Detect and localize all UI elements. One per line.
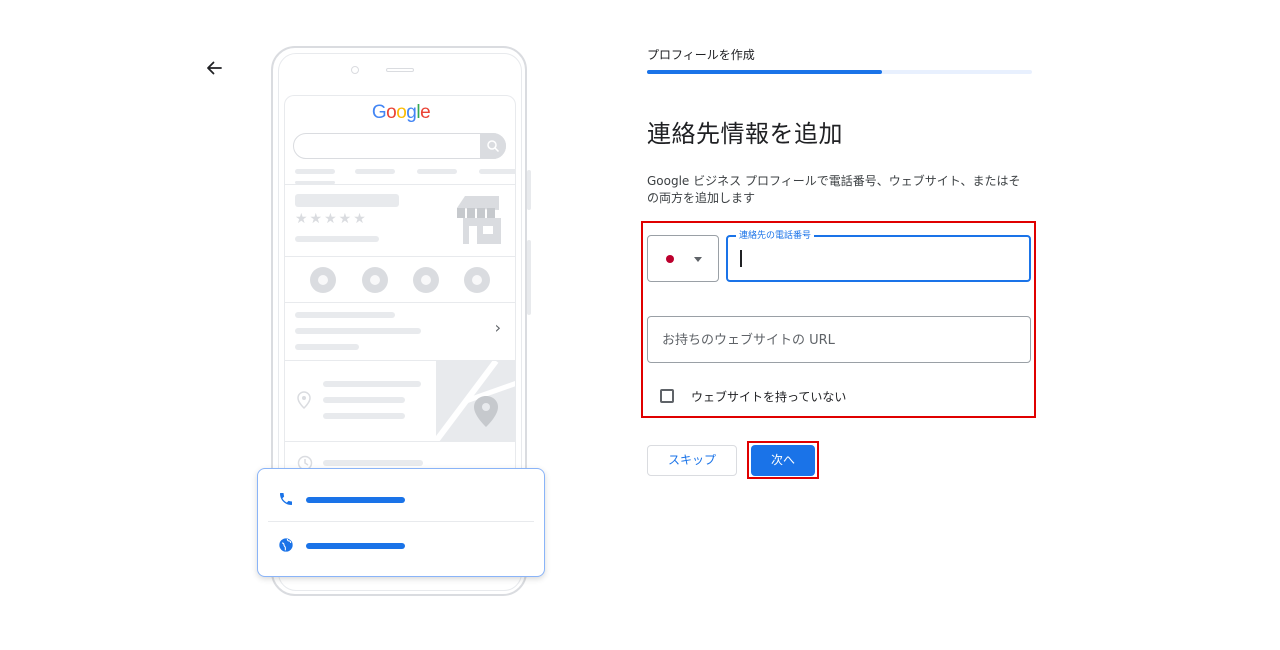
- phone-camera: [351, 66, 359, 74]
- phone-screen: Google ★★★★★ ›: [284, 95, 516, 515]
- mini-business-name: [295, 194, 399, 207]
- phone-line-bar: [306, 497, 405, 503]
- no-website-label[interactable]: ウェブサイトを持っていない: [691, 388, 846, 405]
- globe-icon: [279, 538, 293, 552]
- arrow-back-icon: [207, 61, 222, 75]
- mini-search-bar: [293, 133, 506, 159]
- mini-line: [295, 328, 421, 334]
- divider: [285, 184, 515, 185]
- text-cursor: [740, 250, 742, 267]
- store-icon: [457, 196, 501, 244]
- page-title: 連絡先情報を追加: [647, 120, 843, 148]
- phone-speaker: [386, 68, 414, 72]
- mini-tab: [479, 169, 515, 174]
- website-url-field[interactable]: [647, 316, 1031, 363]
- country-code-select[interactable]: [647, 235, 719, 282]
- contact-info-card-illustration: [257, 468, 545, 577]
- phone-number-input[interactable]: [740, 247, 1024, 273]
- progress-fill: [647, 70, 882, 74]
- divider: [285, 302, 515, 303]
- mini-line: [323, 460, 423, 466]
- chevron-right-icon: ›: [494, 318, 501, 337]
- phone-number-field[interactable]: [726, 235, 1031, 282]
- phone-call-icon: [280, 493, 292, 505]
- website-url-input[interactable]: [660, 327, 1019, 353]
- step-label: プロフィールを作成: [647, 48, 755, 62]
- mini-rating-stars: ★★★★★: [295, 211, 368, 227]
- location-pin-icon: [297, 391, 311, 409]
- page-description: Google ビジネス プロフィールで電話番号、ウェブサイト、またはその両方を追…: [647, 174, 1021, 205]
- mini-tab: [355, 169, 395, 174]
- japan-flag-icon: [666, 255, 674, 263]
- mini-map: [436, 361, 515, 441]
- dropdown-arrow-icon: [694, 257, 702, 262]
- mini-call-icon: [310, 267, 336, 293]
- phone-side-button: [527, 240, 531, 315]
- mini-tab: [295, 169, 335, 174]
- no-website-checkbox[interactable]: [660, 389, 674, 403]
- next-button[interactable]: 次へ: [751, 445, 815, 476]
- google-logo: Google: [371, 102, 431, 123]
- mini-search-icon: [480, 133, 506, 159]
- mini-directions-icon: [362, 267, 388, 293]
- phone-side-button: [527, 170, 531, 210]
- back-button[interactable]: [200, 54, 228, 82]
- mini-save-icon: [413, 267, 439, 293]
- mini-line: [323, 397, 405, 403]
- mini-line: [295, 312, 395, 318]
- mini-line: [323, 381, 421, 387]
- phone-number-label: 連絡先の電話番号: [736, 228, 815, 241]
- divider: [285, 256, 515, 257]
- mini-line: [323, 413, 405, 419]
- divider: [268, 521, 534, 522]
- mini-website-icon: [464, 267, 490, 293]
- mini-line: [295, 236, 379, 242]
- mini-line: [295, 344, 359, 350]
- mini-tab: [417, 169, 457, 174]
- skip-button[interactable]: スキップ: [647, 445, 737, 476]
- website-line-bar: [306, 543, 405, 549]
- divider: [285, 441, 515, 442]
